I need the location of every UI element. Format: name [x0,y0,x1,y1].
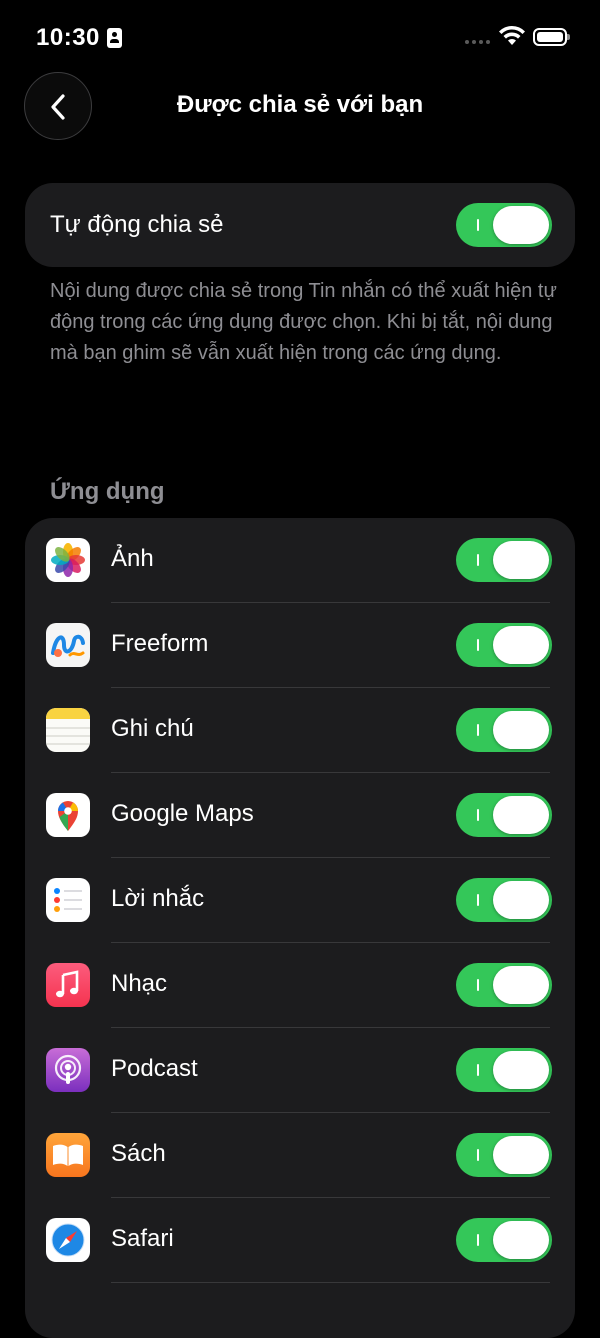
auto-share-label: Tự động chia sẻ [50,211,224,238]
contact-card-icon [107,28,122,48]
auto-share-toggle[interactable] [456,203,552,247]
apps-list: Ảnh Freeform Ghi chú Google Maps Lời nhắ… [25,518,575,1338]
app-row-books[interactable]: Sách [25,1113,575,1198]
books-toggle[interactable] [456,1133,552,1177]
freeform-icon [46,623,90,667]
reminders-icon [46,878,90,922]
photos-toggle[interactable] [456,538,552,582]
app-row-reminders[interactable]: Lời nhắc [25,858,575,943]
apps-section-header: Ứng dụng [50,478,165,505]
google-maps-icon [46,793,90,837]
app-row-freeform[interactable]: Freeform [25,603,575,688]
app-label: Ghi chú [111,715,194,742]
status-time: 10:30 [36,24,100,51]
app-row-photos[interactable]: Ảnh [25,518,575,603]
app-row-music[interactable]: Nhạc [25,943,575,1028]
app-row-google-maps[interactable]: Google Maps [25,773,575,858]
reminders-toggle[interactable] [456,878,552,922]
podcasts-toggle[interactable] [456,1048,552,1092]
books-icon [46,1133,90,1177]
auto-share-card: Tự động chia sẻ [25,183,575,267]
google-maps-toggle[interactable] [456,793,552,837]
photos-icon [46,538,90,582]
row-divider [111,1282,550,1283]
auto-share-footnote: Nội dung được chia sẻ trong Tin nhắn có … [50,280,557,364]
safari-toggle[interactable] [456,1218,552,1262]
wifi-icon [499,25,525,45]
app-label: Google Maps [111,800,254,827]
page-title: Được chia sẻ với bạn [176,91,424,118]
music-toggle[interactable] [456,963,552,1007]
freeform-toggle[interactable] [456,623,552,667]
app-label: Ảnh [111,545,154,572]
app-label: Freeform [111,630,209,657]
app-label: Safari [111,1225,174,1252]
app-label: Nhạc [111,970,168,997]
app-row-notes[interactable]: Ghi chú [25,688,575,773]
app-row-podcasts[interactable]: Podcast [25,1028,575,1113]
notes-toggle[interactable] [456,708,552,752]
podcasts-icon [46,1048,90,1092]
music-icon [46,963,90,1007]
battery-icon [533,28,570,46]
status-bar: 10:30 [0,0,600,76]
cellular-signal-icon [465,40,493,45]
app-row-safari[interactable]: Safari [25,1198,575,1283]
app-label: Lời nhắc [111,885,205,912]
safari-icon [46,1218,90,1262]
app-label: Sách [111,1140,166,1167]
notes-icon [46,708,90,752]
app-label: Podcast [111,1055,198,1082]
